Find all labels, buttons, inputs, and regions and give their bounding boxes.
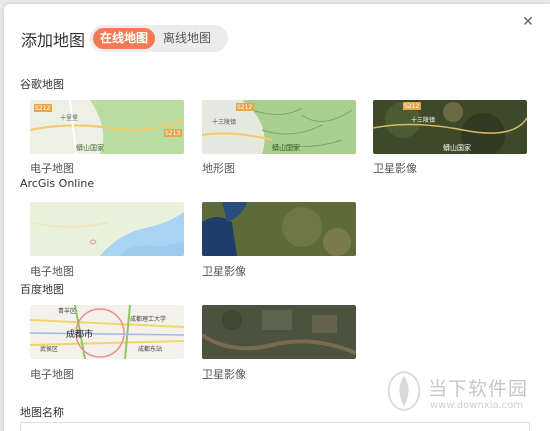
map-name-input[interactable] bbox=[20, 422, 530, 431]
watermark: 当下软件园 www.downxia.com bbox=[386, 370, 546, 420]
section-baidu-title: 百度地图 bbox=[20, 283, 64, 296]
dialog-title: 添加地图 bbox=[21, 31, 86, 50]
baidu-satellite-map-caption: 卫星影像 bbox=[202, 368, 246, 381]
arcgis-satellite-map-thumb[interactable] bbox=[202, 202, 356, 256]
watermark-url: www.downxia.com bbox=[430, 400, 524, 411]
street-map-image: 青羊区 成都市 武侯区 成都理工大学 成都东站 bbox=[30, 305, 184, 359]
map-label: 蟒山国家 bbox=[76, 143, 104, 152]
tab-offline-map[interactable]: 离线地图 bbox=[155, 28, 219, 49]
satellite-map-image bbox=[202, 305, 356, 359]
arcgis-street-map-caption: 电子地图 bbox=[30, 265, 74, 278]
google-satellite-map-caption: 卫星影像 bbox=[373, 162, 417, 175]
google-street-map-caption: 电子地图 bbox=[30, 162, 74, 175]
map-label: 成都东站 bbox=[138, 345, 162, 353]
google-terrain-map-caption: 地形图 bbox=[202, 162, 235, 175]
map-label: 十里堡 bbox=[60, 114, 78, 122]
google-terrain-map-thumb[interactable]: S212 十三陵镇 蟒山国家 bbox=[202, 100, 356, 154]
map-label: 十三陵镇 bbox=[212, 118, 236, 126]
map-label: S213 bbox=[165, 130, 180, 137]
google-satellite-map-thumb[interactable]: S212 十三陵镇 蟒山国家 bbox=[373, 100, 527, 154]
street-map-image: S212 S213 十里堡 蟒山国家 bbox=[30, 100, 184, 154]
add-map-dialog: ✕ 添加地图 在线地图 离线地图 谷歌地图 S212 S213 十里堡 蟒山国家… bbox=[4, 4, 550, 431]
baidu-street-map-caption: 电子地图 bbox=[30, 368, 74, 381]
arcgis-satellite-map-caption: 卫星影像 bbox=[202, 265, 246, 278]
map-label: S212 bbox=[237, 104, 252, 111]
map-source-toggle: 在线地图 离线地图 bbox=[90, 25, 228, 52]
map-label: 蟒山国家 bbox=[272, 143, 300, 152]
watermark-text: 当下软件园 bbox=[428, 378, 529, 400]
map-name-label: 地图名称 bbox=[20, 406, 64, 419]
map-label: 十三陵镇 bbox=[411, 116, 435, 124]
google-street-map-thumb[interactable]: S212 S213 十里堡 蟒山国家 bbox=[30, 100, 184, 154]
satellite-map-image bbox=[202, 202, 356, 256]
tab-online-map[interactable]: 在线地图 bbox=[93, 28, 156, 49]
map-label: 成都市 bbox=[66, 328, 93, 340]
section-arcgis-title: ArcGis Online bbox=[20, 177, 95, 190]
map-label: S212 bbox=[35, 105, 50, 112]
arcgis-street-map-thumb[interactable] bbox=[30, 202, 184, 256]
map-label: 蟒山国家 bbox=[443, 143, 471, 152]
section-google-title: 谷歌地图 bbox=[20, 78, 64, 91]
watermark-logo-icon bbox=[387, 371, 421, 411]
baidu-street-map-thumb[interactable]: 青羊区 成都市 武侯区 成都理工大学 成都东站 bbox=[30, 305, 184, 359]
satellite-map-image: S212 十三陵镇 蟒山国家 bbox=[373, 100, 527, 154]
map-label: 青羊区 bbox=[58, 307, 76, 315]
street-map-image bbox=[30, 202, 184, 256]
terrain-map-image: S212 十三陵镇 蟒山国家 bbox=[202, 100, 356, 154]
map-label: S212 bbox=[404, 103, 419, 110]
map-label: 武侯区 bbox=[40, 345, 58, 353]
map-label: 成都理工大学 bbox=[130, 315, 166, 323]
baidu-satellite-map-thumb[interactable] bbox=[202, 305, 356, 359]
close-icon[interactable]: ✕ bbox=[520, 14, 536, 30]
